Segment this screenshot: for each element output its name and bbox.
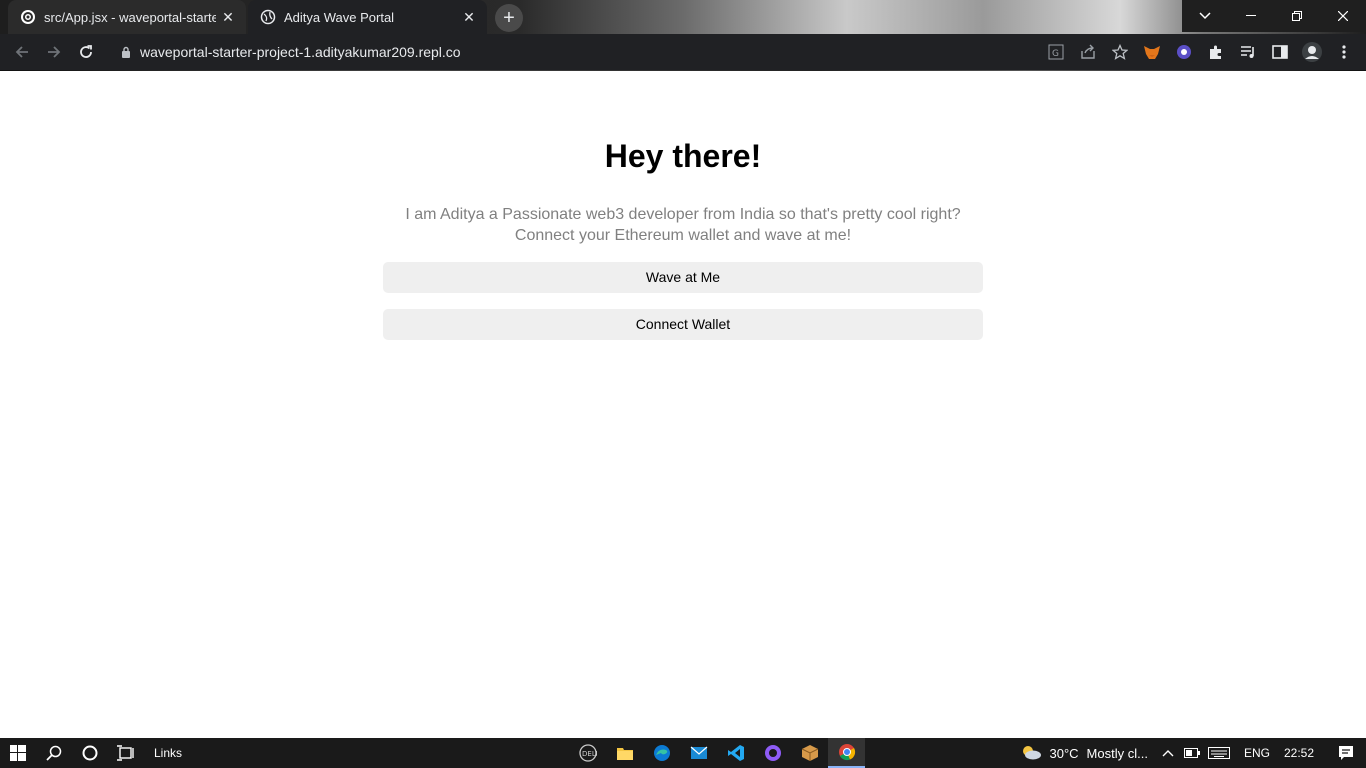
browser-toolbar: waveportal-starter-project-1.adityakumar…: [0, 34, 1366, 73]
address-bar[interactable]: waveportal-starter-project-1.adityakumar…: [112, 36, 1020, 68]
minimize-icon[interactable]: [1228, 0, 1274, 32]
file-explorer-icon[interactable]: [606, 738, 643, 768]
chevron-up-icon[interactable]: [1156, 738, 1180, 768]
dell-icon[interactable]: DELL: [569, 738, 606, 768]
globe-icon: [260, 9, 276, 25]
bookmark-star-icon[interactable]: [1104, 36, 1136, 68]
toolbar-actions: G: [1040, 36, 1360, 68]
replit-icon: [20, 9, 36, 25]
notification-icon[interactable]: [1326, 738, 1366, 768]
search-icon[interactable]: [36, 738, 72, 768]
bio-line: I am Aditya a Passionate web3 developer …: [405, 206, 961, 223]
extension-purple-icon[interactable]: [1168, 36, 1200, 68]
share-icon[interactable]: [1072, 36, 1104, 68]
web-page: Hey there! I am Aditya a Passionate web3…: [0, 71, 1366, 738]
temperature: 30°C: [1049, 745, 1079, 761]
main-container: Hey there! I am Aditya a Passionate web3…: [383, 71, 983, 340]
links-toolbar[interactable]: Links: [144, 738, 182, 768]
connect-wallet-button[interactable]: Connect Wallet: [383, 309, 983, 340]
lock-icon[interactable]: [112, 46, 140, 58]
tab-title: src/App.jsx - waveportal-starter-p: [44, 9, 216, 25]
tab-wave-portal[interactable]: Aditya Wave Portal ✕: [248, 0, 487, 34]
bio-text: I am Aditya a Passionate web3 developer …: [383, 204, 983, 246]
windows-taskbar: Links DELL 30°C: [0, 738, 1366, 768]
cortana-icon[interactable]: [72, 738, 108, 768]
edge-browser-icon[interactable]: [643, 738, 680, 768]
metamask-fox-icon[interactable]: [1136, 36, 1168, 68]
mail-icon[interactable]: [680, 738, 717, 768]
svg-text:DELL: DELL: [582, 750, 597, 758]
keyboard-icon[interactable]: [1204, 738, 1234, 768]
svg-text:G: G: [1052, 49, 1059, 59]
kebab-menu-icon[interactable]: [1328, 36, 1360, 68]
close-window-icon[interactable]: [1320, 0, 1366, 32]
tab-app-jsx[interactable]: src/App.jsx - waveportal-starter-p ✕: [8, 0, 246, 34]
wave-button[interactable]: Wave at Me: [383, 262, 983, 293]
weather-cloud-icon: [1020, 744, 1042, 763]
system-tray: 30°C Mostly cl... ENG 22:52: [1020, 738, 1366, 768]
reload-icon[interactable]: [70, 36, 102, 68]
weather-description: Mostly cl...: [1086, 745, 1148, 761]
tab-strip: src/App.jsx - waveportal-starter-p ✕ Adi…: [0, 0, 1366, 34]
page-title: Hey there!: [604, 138, 762, 174]
windows-start-icon[interactable]: [0, 738, 36, 768]
language-indicator[interactable]: ENG: [1244, 746, 1270, 760]
media-queue-icon[interactable]: [1232, 36, 1264, 68]
tab-title: Aditya Wave Portal: [284, 9, 395, 25]
task-view-icon[interactable]: [108, 738, 144, 768]
pinned-apps: DELL: [569, 738, 865, 768]
battery-icon[interactable]: [1180, 738, 1204, 768]
clock[interactable]: 22:52: [1284, 746, 1314, 760]
vscode-icon[interactable]: [717, 738, 754, 768]
github-desktop-icon[interactable]: [754, 738, 791, 768]
url-text: waveportal-starter-project-1.adityakumar…: [140, 44, 461, 60]
new-tab-button[interactable]: +: [495, 4, 523, 32]
bio-line: Connect your Ethereum wallet and wave at…: [514, 227, 852, 244]
window-controls: [1182, 0, 1366, 32]
weather-widget[interactable]: 30°C Mostly cl...: [1020, 744, 1148, 763]
forward-arrow-icon[interactable]: [38, 36, 70, 68]
back-arrow-icon[interactable]: [6, 36, 38, 68]
chrome-icon[interactable]: [828, 738, 865, 768]
side-panel-icon[interactable]: [1264, 36, 1296, 68]
extensions-puzzle-icon[interactable]: [1200, 36, 1232, 68]
close-tab-icon[interactable]: ✕: [216, 5, 240, 29]
profile-avatar-icon[interactable]: [1296, 36, 1328, 68]
tab-search-icon[interactable]: [1182, 0, 1228, 32]
translate-icon[interactable]: G: [1040, 36, 1072, 68]
package-box-icon[interactable]: [791, 738, 828, 768]
restore-icon[interactable]: [1274, 0, 1320, 32]
close-tab-icon[interactable]: ✕: [457, 5, 481, 29]
